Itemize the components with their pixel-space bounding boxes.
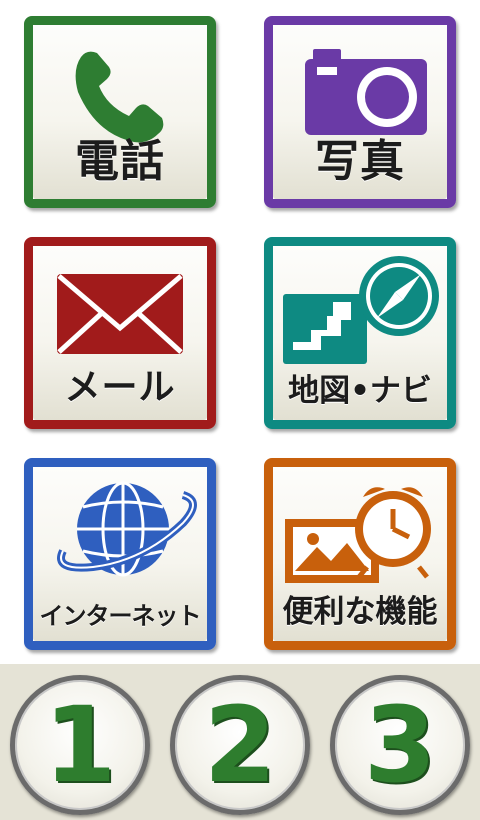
tile-label: 写真: [315, 136, 405, 187]
globe-icon: [57, 481, 197, 577]
number-label: 3: [363, 684, 437, 806]
tile-photo[interactable]: 写真: [264, 16, 456, 208]
tile-internet[interactable]: インターネット: [24, 458, 216, 650]
number-button-2[interactable]: 2: [170, 675, 310, 815]
tile-label: メール: [64, 367, 176, 408]
tile-mail[interactable]: メール: [24, 237, 216, 429]
tile-useful-functions[interactable]: 便利な機能: [264, 458, 456, 650]
number-label: 1: [43, 684, 117, 806]
picture-alarm-clock-icon: [285, 487, 431, 583]
map-compass-icon: [283, 256, 439, 364]
number-label: 2: [203, 684, 277, 806]
tile-phone[interactable]: 電話: [24, 16, 216, 208]
number-button-1[interactable]: 1: [10, 675, 150, 815]
tile-label: インターネット: [39, 602, 202, 630]
number-button-3[interactable]: 3: [330, 675, 470, 815]
tile-map-navi[interactable]: 地図•ナビ: [264, 237, 456, 429]
tile-label: 地図•ナビ: [288, 373, 432, 409]
tile-label: 便利な機能: [282, 594, 438, 630]
tile-label: 電話: [75, 136, 165, 187]
mail-icon: [57, 274, 183, 354]
